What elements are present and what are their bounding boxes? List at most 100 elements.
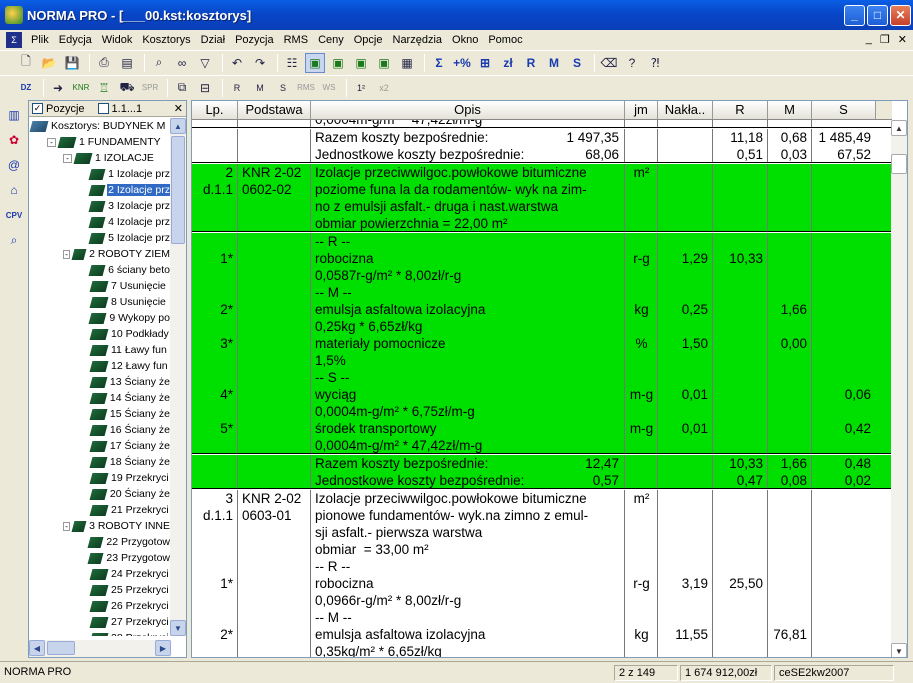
tree-node[interactable]: 3 Izolacje prz — [29, 198, 171, 214]
save-icon[interactable]: 💾 — [62, 53, 82, 73]
tree-node[interactable]: Kosztorys: BUDYNEK M — [29, 118, 171, 134]
palette-icon[interactable]: ✿ — [4, 130, 24, 150]
database-icon[interactable]: ▥ — [4, 105, 24, 125]
mdi-minimize-button[interactable]: _ — [866, 33, 872, 46]
search-icon[interactable]: ⌕ — [4, 230, 24, 250]
collapse-icon[interactable]: - — [63, 153, 72, 163]
tree-node[interactable]: 26 Przekryci — [29, 598, 171, 614]
s-button[interactable]: S — [567, 53, 587, 73]
mdi-restore-button[interactable]: ❐ — [880, 33, 890, 46]
rms-button[interactable]: RMS — [296, 78, 316, 98]
percent-icon[interactable]: +% — [452, 53, 472, 73]
tree-node[interactable]: 10 Podkłady — [29, 326, 171, 342]
truck-icon[interactable]: ⛟ — [117, 78, 137, 98]
tree-node[interactable]: 9 Wykopy po — [29, 310, 171, 326]
menu-rms[interactable]: RMS — [279, 34, 313, 46]
currency-zl-button[interactable]: zł — [498, 53, 518, 73]
filter-checkbox[interactable] — [97, 103, 109, 114]
column-header-nakl[interactable]: Nakła.. — [658, 101, 713, 119]
view-mode-2-icon[interactable]: ▣ — [328, 53, 348, 73]
tree-structure-icon[interactable]: ⊟ — [195, 78, 215, 98]
print-preview-icon[interactable]: ▤ — [117, 53, 137, 73]
scroll-right-icon[interactable]: ▶ — [155, 640, 171, 656]
glasses-icon[interactable]: ∞ — [172, 53, 192, 73]
help-icon[interactable]: ? — [622, 53, 642, 73]
tree-horizontal-scrollbar[interactable]: ◀ ▶ — [29, 640, 171, 657]
tree-node[interactable]: 16 Ściany że — [29, 422, 171, 438]
tree-node[interactable]: 23 Przygotow — [29, 550, 171, 566]
grid-scroll-thumb[interactable] — [891, 154, 907, 174]
column-header-m[interactable]: M — [768, 101, 812, 119]
view-mode-4-icon[interactable]: ▣ — [374, 53, 394, 73]
tree-node[interactable]: 4 Izolacje prz — [29, 214, 171, 230]
scroll-left-icon[interactable]: ◀ — [29, 640, 45, 656]
collapse-icon[interactable]: - — [63, 249, 71, 259]
tree-node[interactable]: 28 Przekryci — [29, 630, 171, 636]
menu-widok[interactable]: Widok — [97, 34, 138, 46]
table-row[interactable]: 1* 2* 3* 4* 5* -- R -- robocizna 0,0587r-g/m² *… — [192, 233, 892, 454]
column-header-opis[interactable]: Opis — [311, 101, 625, 119]
tree-node[interactable]: - 1 IZOLACJE — [29, 150, 171, 166]
undo-icon[interactable]: ↶ — [227, 53, 247, 73]
resource-icon[interactable]: ♖ — [94, 78, 114, 98]
menu-edycja[interactable]: Edycja — [54, 34, 97, 46]
open-folder-icon[interactable]: 📂 — [39, 53, 59, 73]
m-button[interactable]: M — [544, 53, 564, 73]
tree-node[interactable]: 18 Ściany że — [29, 454, 171, 470]
view-mode-5-icon[interactable]: ▦ — [397, 53, 417, 73]
knr-button[interactable]: KNR — [71, 78, 91, 98]
tree-node[interactable]: 22 Przygotow — [29, 534, 171, 550]
grid-scroll-up-icon[interactable]: ▲ — [891, 120, 907, 136]
tree-node[interactable]: 25 Przekryci — [29, 582, 171, 598]
sigma-icon[interactable]: Σ — [429, 53, 449, 73]
table-icon[interactable]: ⊞ — [475, 53, 495, 73]
add-section-button[interactable]: DZ — [16, 78, 36, 98]
menu-dzial[interactable]: Dział — [196, 34, 230, 46]
ws-button[interactable]: WS — [319, 78, 339, 98]
table-row[interactable]: Razem koszty bezpośrednie: Jednostkowe ko… — [192, 129, 892, 163]
menu-pomoc[interactable]: Pomoc — [483, 34, 527, 46]
tree-node[interactable]: - 2 ROBOTY ZIEM — [29, 246, 171, 262]
column-header-lp[interactable]: Lp. — [192, 101, 238, 119]
menu-narzedzia[interactable]: Narzędzia — [388, 34, 448, 46]
collapse-icon[interactable]: - — [47, 137, 56, 147]
find-icon[interactable]: ⌕ — [149, 53, 169, 73]
s-resource-button[interactable]: S — [273, 78, 293, 98]
tree-vertical-scrollbar[interactable]: ▲ ▼ — [170, 118, 186, 636]
mdi-close-button[interactable]: ✕ — [898, 33, 907, 46]
r-resource-button[interactable]: R — [227, 78, 247, 98]
tree-node[interactable]: 20 Ściany że — [29, 486, 171, 502]
tree-node[interactable]: 2 Izolacje prz — [29, 182, 171, 198]
tree-close-icon[interactable]: ✕ — [174, 102, 183, 115]
tree-node[interactable]: 6 ściany beto — [29, 262, 171, 278]
tree-node[interactable]: - 1 FUNDAMENTY — [29, 134, 171, 150]
tree-node[interactable]: 7 Usunięcie — [29, 278, 171, 294]
spr-button[interactable]: SPR — [140, 78, 160, 98]
menu-opcje[interactable]: Opcje — [349, 34, 388, 46]
document-system-icon[interactable]: Σ — [6, 31, 22, 48]
menu-plik[interactable]: Plik — [26, 34, 54, 46]
tree-node[interactable]: 21 Przekryci — [29, 502, 171, 518]
scroll-thumb[interactable] — [171, 136, 185, 244]
column-header-r[interactable]: R — [713, 101, 768, 119]
minimize-button[interactable]: _ — [844, 4, 865, 26]
new-file-icon[interactable]: 🗋 — [16, 53, 36, 73]
menu-kosztorys[interactable]: Kosztorys — [137, 34, 195, 46]
tree-node[interactable]: 13 Ściany że — [29, 374, 171, 390]
multiply-button[interactable]: x2 — [374, 78, 394, 98]
scroll-down-icon[interactable]: ▼ — [170, 620, 186, 636]
home-icon[interactable]: ⌂ — [4, 180, 24, 200]
table-row[interactable]: Razem koszty bezpośrednie: Jednostkowe ko… — [192, 455, 892, 489]
r-button[interactable]: R — [521, 53, 541, 73]
maximize-button[interactable]: □ — [867, 4, 888, 26]
tree-node[interactable]: 19 Przekryci — [29, 470, 171, 486]
at-icon[interactable]: @ — [4, 155, 24, 175]
table-row[interactable]: 0,0004m-g/m² * 47,42zł/m-g — [192, 120, 892, 128]
print-icon[interactable]: ⎙ — [94, 53, 114, 73]
arrow-right-icon[interactable]: ➜ — [48, 78, 68, 98]
menu-okno[interactable]: Okno — [447, 34, 483, 46]
grid-scroll-down-icon[interactable]: ▼ — [891, 643, 907, 657]
tree-node[interactable]: - 3 ROBOTY INNE — [29, 518, 171, 534]
tree-view-icon[interactable]: ☷ — [282, 53, 302, 73]
cpv-icon[interactable]: CPV — [4, 205, 24, 225]
